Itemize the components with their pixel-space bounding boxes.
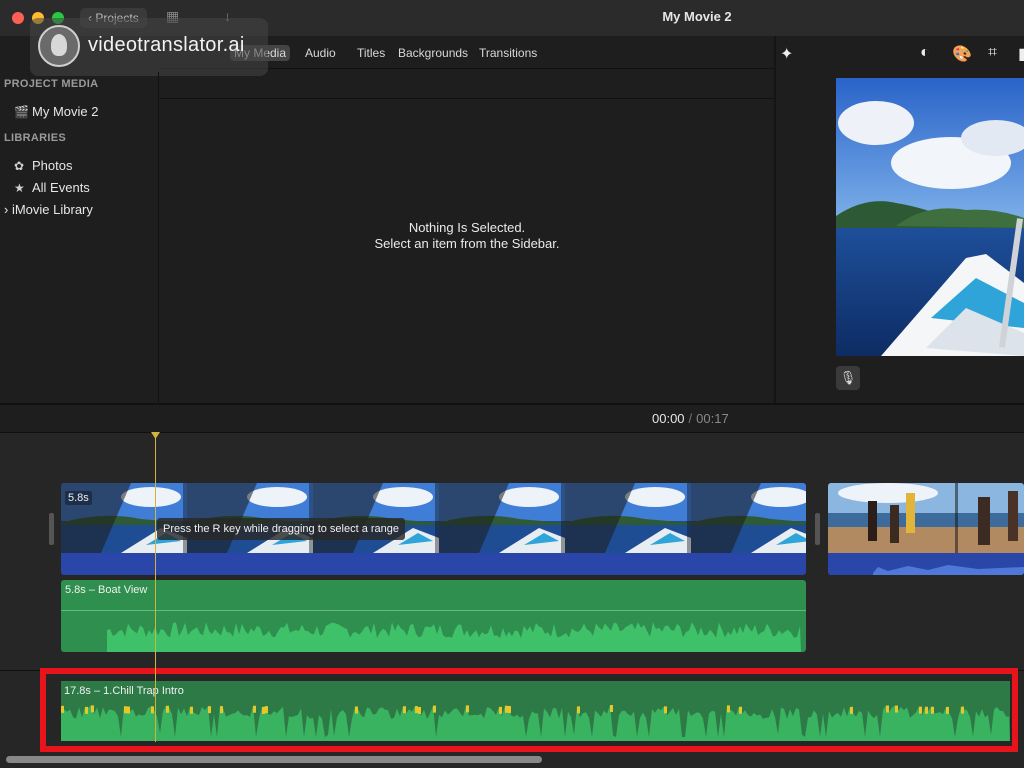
- clapperboard-icon: 🎬: [14, 105, 29, 119]
- watermark-text: videotranslator.ai: [88, 34, 245, 56]
- sidebar-item-label: Photos: [32, 158, 73, 173]
- timecode-display: 00:00/00:17: [652, 411, 729, 426]
- microphone-icon: 🎙: [839, 370, 857, 385]
- empty-hint: Select an item from the Sidebar.: [374, 236, 560, 251]
- sidebar-divider: [158, 72, 159, 404]
- star-icon: ★: [14, 181, 25, 195]
- browser-empty-state: Nothing Is Selected. Select an item from…: [160, 220, 774, 252]
- current-time: 00:00: [652, 411, 685, 426]
- more-tools-icon[interactable]: ▮: [1018, 44, 1024, 64]
- playhead[interactable]: [155, 436, 156, 742]
- watermark-badge: videotranslator.ai: [30, 18, 268, 76]
- clip-duration: 5.8s: [65, 491, 92, 505]
- tab-backgrounds[interactable]: Backgrounds: [398, 46, 468, 60]
- timecode-separator: /: [688, 411, 693, 426]
- clip-two-filmstrip: [828, 483, 1024, 575]
- tab-audio[interactable]: Audio: [305, 46, 336, 60]
- clip-trim-handle-left[interactable]: [49, 513, 54, 545]
- project-media-header: PROJECT MEDIA: [4, 78, 99, 90]
- watermark-logo-icon: [38, 25, 80, 67]
- total-time: 00:17: [696, 411, 729, 426]
- range-select-tooltip: Press the R key while dragging to select…: [157, 518, 406, 540]
- music-track-highlight-box: [40, 668, 1018, 752]
- color-balance-icon[interactable]: ◐: [920, 44, 930, 62]
- timeline-scrollbar[interactable]: [6, 756, 542, 763]
- tab-transitions[interactable]: Transitions: [479, 46, 537, 60]
- preview-frame: [836, 78, 1024, 356]
- color-palette-icon[interactable]: 🎨: [952, 44, 972, 64]
- video-clip-beach[interactable]: [828, 483, 1024, 575]
- sidebar-item-photos[interactable]: ✿ Photos: [14, 158, 72, 173]
- voiceover-mic-button[interactable]: 🎙: [836, 366, 860, 390]
- sidebar-item-my-movie[interactable]: 🎬 My Movie 2: [14, 104, 98, 119]
- magic-wand-icon[interactable]: ✦: [780, 44, 793, 64]
- timeline-divider: [0, 403, 1024, 405]
- sidebar-item-label: iMovie Library: [11, 202, 93, 217]
- libraries-header: LIBRARIES: [4, 132, 66, 144]
- tab-titles[interactable]: Titles: [357, 46, 385, 60]
- sidebar-item-imovie-library[interactable]: › iMovie Library: [4, 202, 93, 217]
- photos-icon: ✿: [14, 159, 25, 173]
- video-preview: [836, 78, 1024, 356]
- crop-icon[interactable]: ⌗: [988, 44, 997, 62]
- attached-audio-boat-view[interactable]: 5.8s – Boat View: [61, 580, 806, 652]
- sidebar-item-all-events[interactable]: ★ All Events: [14, 180, 90, 195]
- empty-title: Nothing Is Selected.: [408, 220, 526, 235]
- clip-trim-handle-right[interactable]: [815, 513, 820, 545]
- browser-toolbar-divider: [160, 98, 774, 99]
- sidebar-item-label: All Events: [32, 180, 90, 195]
- attached-audio-waveform: [61, 610, 806, 652]
- sidebar: PROJECT MEDIA 🎬 My Movie 2 LIBRARIES ✿ Pho…: [0, 72, 158, 402]
- sidebar-item-label: My Movie 2: [32, 104, 99, 119]
- chevron-right-icon: ›: [4, 202, 9, 217]
